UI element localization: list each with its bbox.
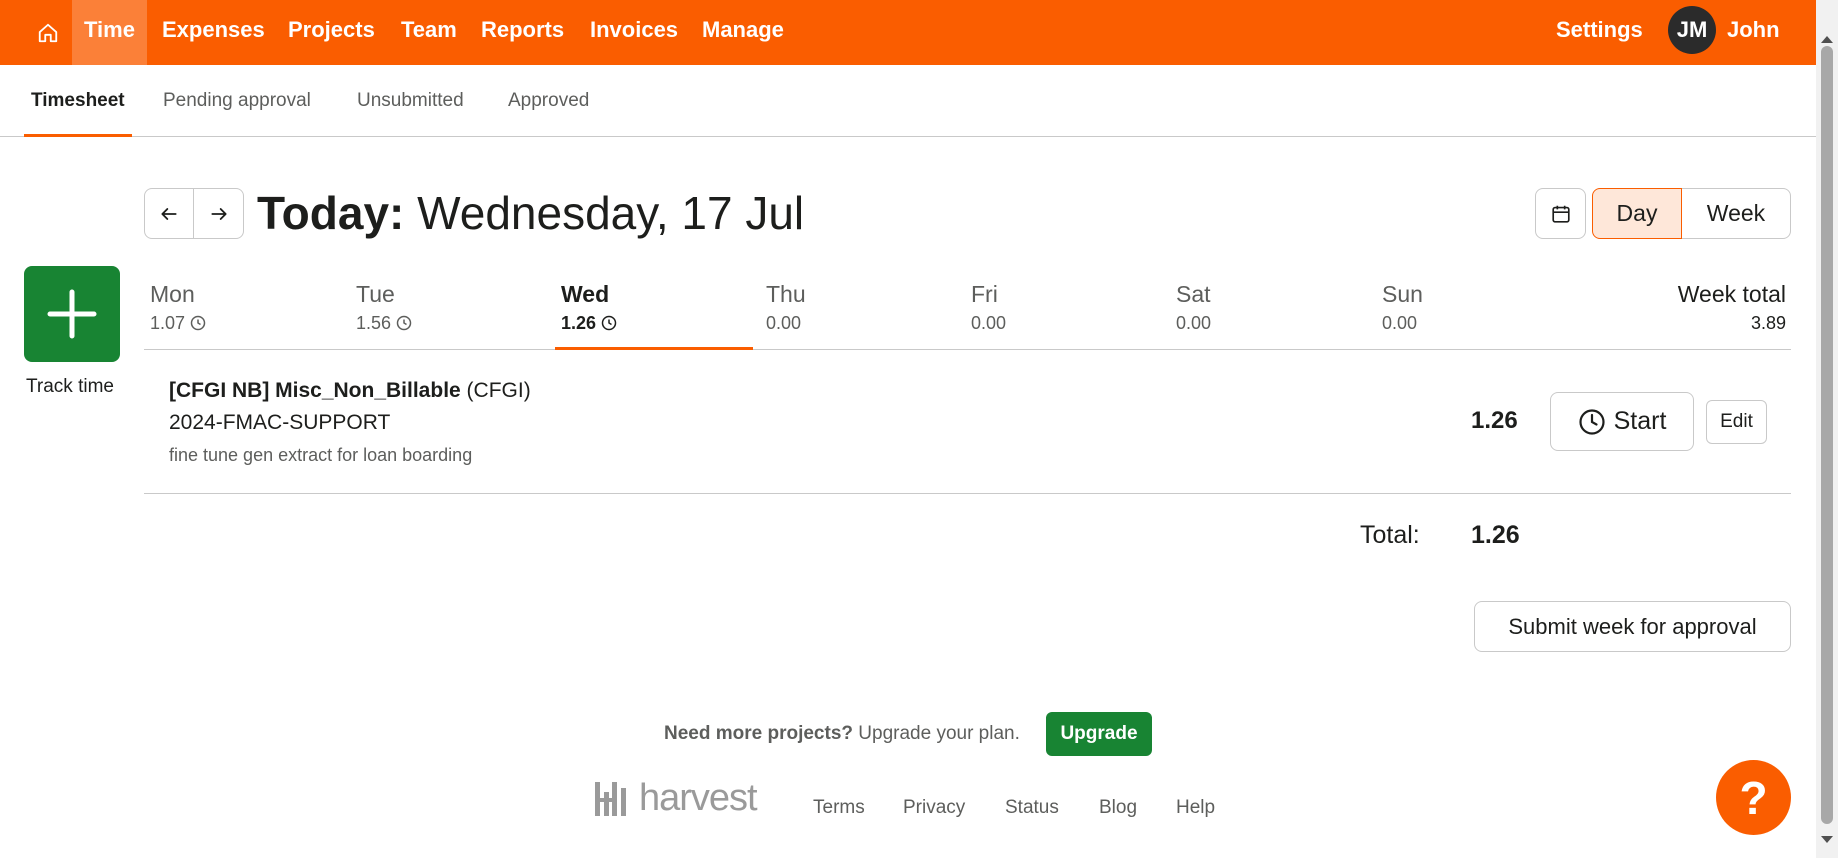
- footer-link-status[interactable]: Status: [1005, 795, 1059, 821]
- arrow-left-icon: [161, 207, 177, 220]
- week-total: Week total 3.89: [1678, 278, 1786, 336]
- day-hours: 1.26: [561, 310, 617, 336]
- day-tue[interactable]: Tue 1.56: [356, 278, 412, 336]
- nav-settings[interactable]: Settings: [1556, 0, 1643, 60]
- day-mon[interactable]: Mon 1.07: [150, 278, 206, 336]
- upgrade-plain-text: Upgrade your plan.: [858, 723, 1020, 744]
- scroll-down-arrow-icon[interactable]: [1821, 836, 1833, 843]
- entry-project: [CFGI NB] Misc_Non_Billable (CFGI): [169, 377, 531, 405]
- entry-task: 2024-FMAC-SUPPORT: [169, 411, 391, 434]
- start-timer-button[interactable]: Start: [1550, 392, 1694, 451]
- avatar[interactable]: JM: [1668, 6, 1716, 54]
- footer-link-help[interactable]: Help: [1176, 795, 1215, 821]
- entry-divider: [144, 493, 1791, 494]
- title-prefix: Today:: [257, 187, 405, 239]
- nav-projects[interactable]: Projects: [288, 0, 375, 65]
- day-hours-value: 1.07: [150, 313, 186, 333]
- day-name: Mon: [150, 281, 195, 307]
- day-hours: 0.00: [1176, 313, 1212, 333]
- track-time-label: Track time: [26, 376, 114, 397]
- scroll-thumb[interactable]: [1821, 46, 1833, 824]
- week-total-label: Week total: [1677, 281, 1786, 307]
- view-day-button[interactable]: Day: [1592, 188, 1682, 239]
- user-menu[interactable]: John: [1727, 0, 1780, 60]
- day-fri[interactable]: Fri 0.00: [971, 278, 1006, 336]
- entry-notes: fine tune gen extract for loan boarding: [169, 445, 473, 465]
- entry-client: (CFGI): [466, 379, 531, 402]
- nav-team[interactable]: Team: [401, 0, 457, 65]
- tab-unsubmitted[interactable]: Unsubmitted: [357, 65, 464, 137]
- tab-pending-approval[interactable]: Pending approval: [163, 65, 311, 137]
- harvest-logo[interactable]: harvest: [595, 777, 758, 819]
- clock-icon: [601, 315, 617, 331]
- day-name: Sun: [1382, 281, 1423, 307]
- day-hours: 0.00: [1382, 313, 1418, 333]
- footer-link-blog[interactable]: Blog: [1099, 795, 1137, 821]
- harvest-logo-icon: [595, 782, 626, 816]
- day-hours: 0.00: [766, 313, 802, 333]
- day-hours: 0.00: [971, 313, 1007, 333]
- total-value: 1.26: [1471, 521, 1520, 549]
- week-total-value: 3.89: [1750, 313, 1786, 333]
- day-strip-divider: [144, 349, 1791, 350]
- top-nav: Time Expenses Projects Team Reports Invo…: [0, 0, 1816, 65]
- footer-link-privacy[interactable]: Privacy: [903, 795, 965, 821]
- scrollbar[interactable]: [1816, 0, 1838, 858]
- track-time-button[interactable]: [24, 266, 120, 362]
- day-name: Sat: [1176, 281, 1211, 307]
- plus-icon: [47, 289, 97, 339]
- title-date: Wednesday, 17 Jul: [417, 187, 805, 239]
- upgrade-bold-text: Need more projects?: [664, 723, 853, 744]
- total-label: Total:: [1360, 521, 1420, 549]
- clock-icon: [1578, 408, 1605, 435]
- entry-project-name: [CFGI NB] Misc_Non_Billable: [169, 379, 461, 402]
- nav-manage[interactable]: Manage: [702, 0, 784, 65]
- day-name: Fri: [971, 281, 998, 307]
- next-day-button[interactable]: [194, 188, 244, 239]
- day-name: Wed: [561, 281, 610, 307]
- nav-expenses[interactable]: Expenses: [162, 0, 265, 65]
- nav-reports[interactable]: Reports: [481, 0, 564, 65]
- entry-hours: 1.26: [1471, 407, 1518, 434]
- calendar-icon: [1551, 205, 1570, 223]
- day-wed[interactable]: Wed 1.26: [561, 278, 617, 336]
- clock-icon: [396, 315, 412, 331]
- tab-timesheet[interactable]: Timesheet: [24, 65, 132, 137]
- arrow-right-icon: [210, 207, 227, 220]
- submit-week-button[interactable]: Submit week for approval: [1474, 601, 1791, 652]
- sub-tabs: Timesheet Pending approval Unsubmitted A…: [0, 65, 1816, 137]
- calendar-button[interactable]: [1535, 188, 1586, 239]
- day-thu[interactable]: Thu 0.00: [766, 278, 806, 336]
- day-hours-value: 1.26: [561, 313, 597, 333]
- nav-time[interactable]: Time: [72, 0, 147, 65]
- day-sat[interactable]: Sat 0.00: [1176, 278, 1211, 336]
- upgrade-message: Need more projects? Upgrade your plan.: [664, 720, 1020, 748]
- day-name: Thu: [766, 281, 806, 307]
- page-title: Today: Wednesday, 17 Jul: [257, 184, 804, 242]
- previous-day-button[interactable]: [144, 188, 194, 239]
- tab-approved[interactable]: Approved: [508, 65, 589, 137]
- footer-link-terms[interactable]: Terms: [813, 795, 865, 821]
- edit-entry-button[interactable]: Edit: [1706, 400, 1767, 444]
- nav-invoices[interactable]: Invoices: [590, 0, 678, 65]
- home-icon[interactable]: [24, 0, 72, 65]
- upgrade-button[interactable]: Upgrade: [1046, 712, 1152, 756]
- day-hours-value: 1.56: [356, 313, 392, 333]
- start-label: Start: [1613, 407, 1667, 435]
- day-hours: 1.07: [150, 310, 206, 336]
- clock-icon: [190, 315, 206, 331]
- view-week-button[interactable]: Week: [1682, 188, 1791, 239]
- active-day-indicator: [555, 347, 753, 350]
- day-sun[interactable]: Sun 0.00: [1382, 278, 1423, 336]
- scroll-up-arrow-icon[interactable]: [1821, 36, 1833, 43]
- help-button[interactable]: ?: [1716, 760, 1791, 835]
- day-name: Tue: [356, 281, 395, 307]
- harvest-logo-text: harvest: [639, 777, 758, 819]
- day-hours: 1.56: [356, 310, 412, 336]
